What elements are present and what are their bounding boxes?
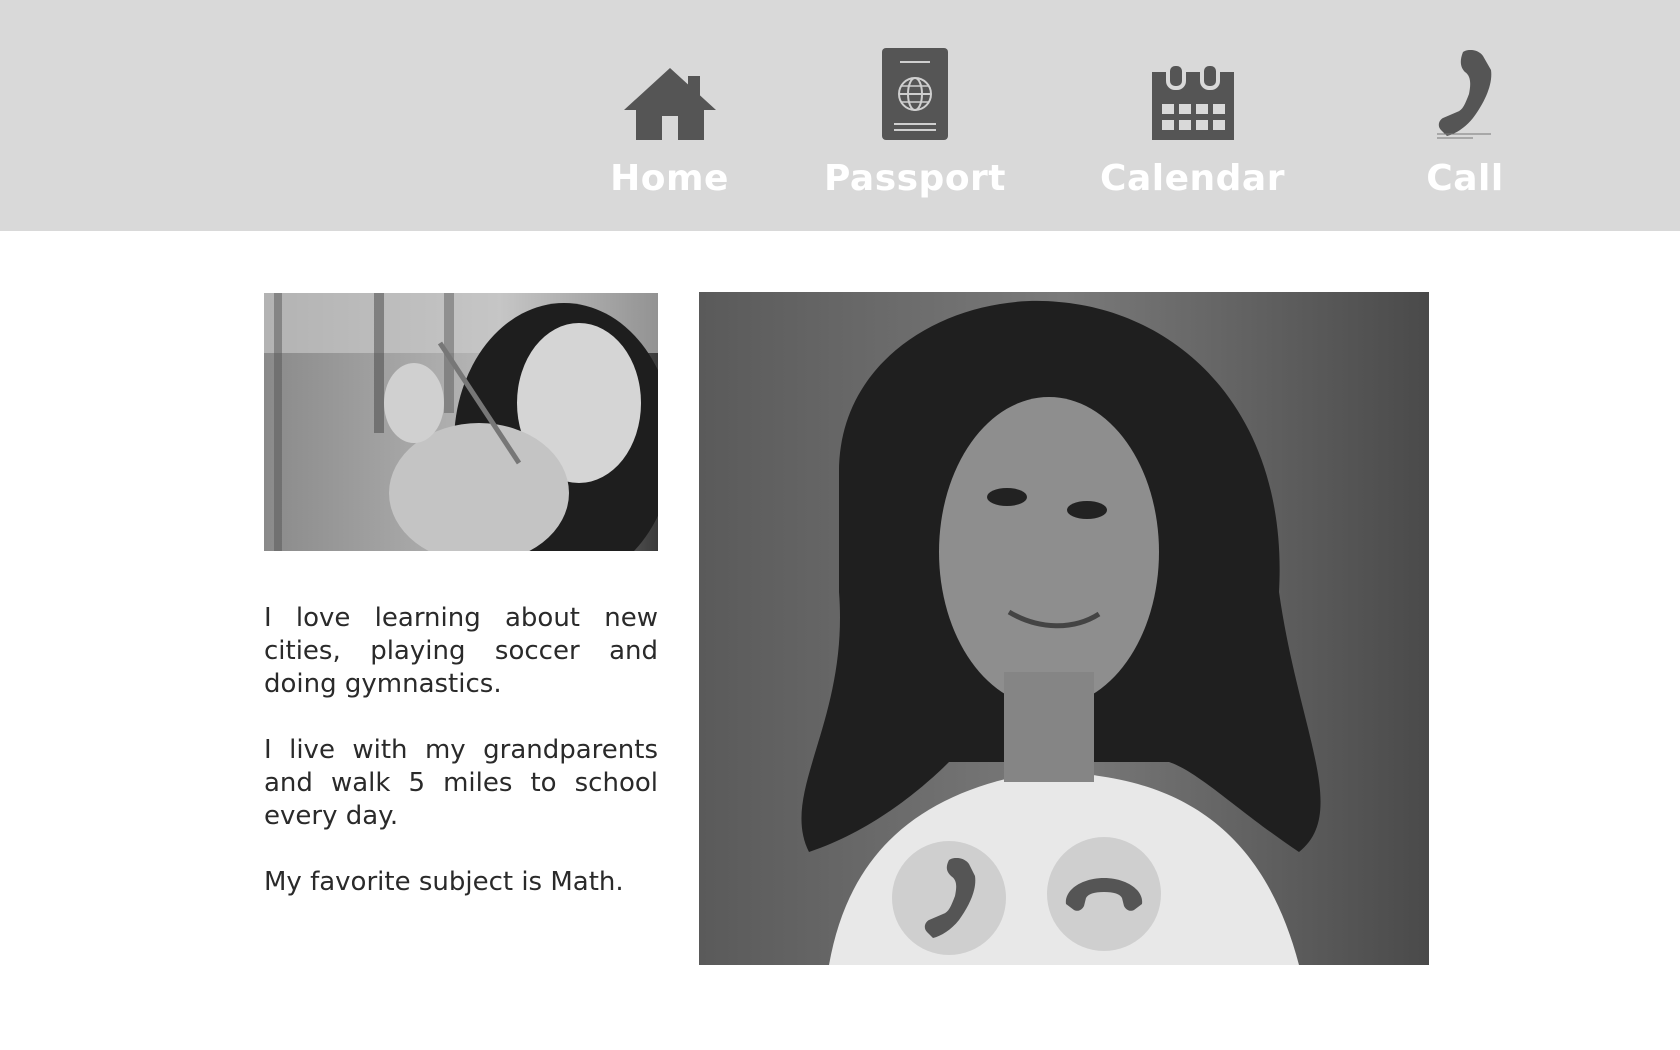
nav-label-calendar: Calendar xyxy=(1100,158,1285,199)
answer-call-button[interactable] xyxy=(892,841,1006,955)
profile-bio: I love learning about new cities, playin… xyxy=(264,602,658,932)
nav-item-passport[interactable]: Passport xyxy=(823,40,1007,210)
nav-label-passport: Passport xyxy=(823,158,1007,199)
nav-item-call[interactable]: Call xyxy=(1410,40,1520,210)
phone-answer-icon xyxy=(924,858,976,938)
bio-paragraph-interests: I love learning about new cities, playin… xyxy=(264,603,658,699)
passport-icon xyxy=(882,40,948,140)
home-icon xyxy=(623,40,716,140)
calendar-icon xyxy=(1151,40,1234,140)
hang-up-call-button[interactable] xyxy=(1047,837,1161,951)
bio-paragraph-family: I live with my grandparents and walk 5 m… xyxy=(264,735,658,831)
phone-hangup-icon xyxy=(1065,878,1143,911)
video-call-feed xyxy=(699,292,1429,965)
nav-item-home[interactable]: Home xyxy=(602,40,737,210)
phone-icon xyxy=(1435,40,1495,140)
girl-with-pencil-photo xyxy=(264,293,658,551)
nav-item-calendar[interactable]: Calendar xyxy=(1100,40,1285,210)
bio-paragraph-favorite-subject: My favorite subject is Math. xyxy=(264,867,624,897)
nav-label-home: Home xyxy=(610,158,729,199)
top-navigation-bar: Home Passport Calendar Call xyxy=(0,0,1680,231)
nav-label-call: Call xyxy=(1426,158,1504,199)
